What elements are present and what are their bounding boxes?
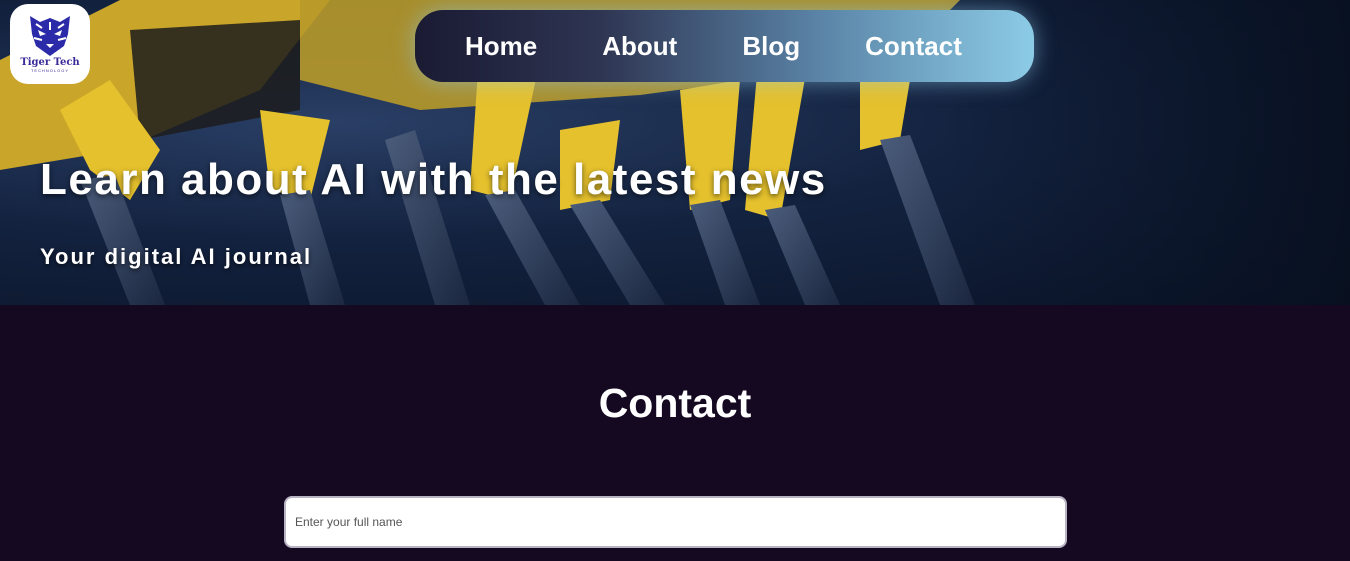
full-name-input[interactable]	[284, 496, 1067, 548]
logo-tagline: TECHNOLOGY	[30, 68, 69, 73]
logo[interactable]: Tiger Tech TECHNOLOGY	[10, 4, 90, 84]
contact-heading: Contact	[598, 380, 752, 426]
hero-title: Learn about AI with the latest news	[40, 155, 827, 204]
nav-item-about[interactable]: About	[602, 31, 677, 62]
logo-name: Tiger Tech	[20, 57, 80, 68]
main-nav: Home About Blog Contact	[415, 10, 1034, 82]
nav-item-blog[interactable]: Blog	[742, 31, 800, 62]
nav-item-contact[interactable]: Contact	[865, 31, 962, 62]
hero-banner: Tiger Tech TECHNOLOGY Home About Blog Co…	[0, 0, 1350, 305]
tiger-icon	[30, 16, 70, 56]
nav-item-home[interactable]: Home	[465, 31, 537, 62]
hero-subtitle: Your digital AI journal	[40, 244, 313, 269]
